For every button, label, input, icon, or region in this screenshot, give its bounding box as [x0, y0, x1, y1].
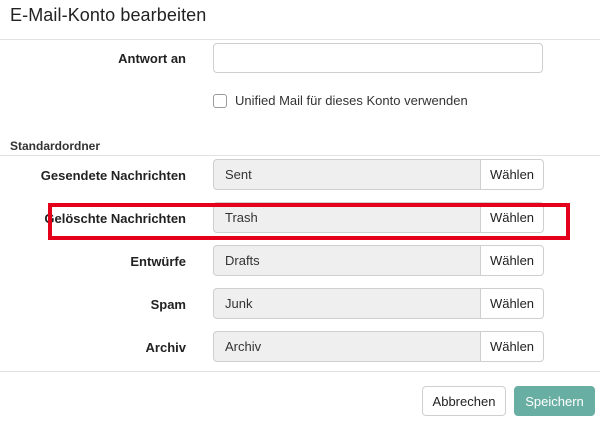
sent-folder-label: Gesendete Nachrichten: [40, 168, 186, 183]
drafts-folder-choose-button[interactable]: Wählen: [480, 245, 544, 276]
archive-folder-group: Archiv Wählen: [213, 331, 544, 362]
drafts-folder-group: Drafts Wählen: [213, 245, 544, 276]
spam-folder-label: Spam: [150, 297, 186, 312]
sent-folder-choose-button[interactable]: Wählen: [480, 159, 544, 190]
spam-folder-field: Junk: [213, 288, 480, 319]
unified-mail-checkbox[interactable]: [213, 93, 227, 108]
edit-email-account-dialog: E-Mail-Konto bearbeiten Antwort an Unifi…: [0, 0, 600, 424]
section-divider: [0, 155, 600, 156]
unified-mail-option[interactable]: Unified Mail für dieses Konto verwenden: [213, 93, 468, 108]
footer-divider: [0, 371, 600, 372]
archive-folder-field: Archiv: [213, 331, 480, 362]
drafts-folder-label: Entwürfe: [130, 254, 186, 269]
dialog-title: E-Mail-Konto bearbeiten: [10, 5, 207, 25]
save-button[interactable]: Speichern: [514, 386, 595, 416]
spam-folder-choose-button[interactable]: Wählen: [480, 288, 544, 319]
reply-to-label: Antwort an: [118, 51, 186, 66]
standard-folders-heading: Standardordner: [10, 139, 101, 153]
drafts-folder-field: Drafts: [213, 245, 480, 276]
sent-folder-group: Sent Wählen: [213, 159, 544, 190]
sent-folder-field: Sent: [213, 159, 480, 190]
header-divider: [0, 39, 600, 40]
reply-to-input[interactable]: [213, 43, 543, 73]
highlight-box: [48, 203, 570, 240]
archive-folder-choose-button[interactable]: Wählen: [480, 331, 544, 362]
unified-mail-label: Unified Mail für dieses Konto verwenden: [235, 93, 468, 108]
archive-folder-label: Archiv: [145, 340, 186, 355]
cancel-button[interactable]: Abbrechen: [422, 386, 506, 416]
spam-folder-group: Junk Wählen: [213, 288, 544, 319]
